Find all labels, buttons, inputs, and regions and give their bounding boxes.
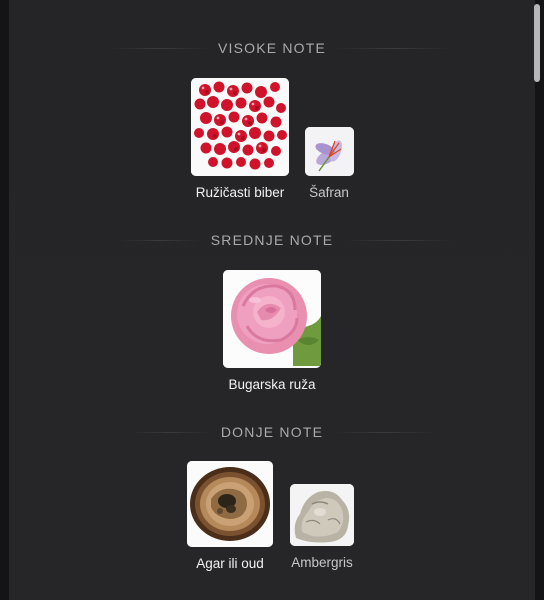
saffron-icon [304, 127, 354, 176]
agarwood-icon [187, 461, 273, 547]
note-label: Ružičasti biber [195, 185, 285, 200]
note-item[interactable]: Ambergris [282, 484, 362, 570]
note-item[interactable]: Ružičasti biber [190, 78, 290, 200]
note-label: Agar ili oud [196, 556, 264, 571]
top-notes-heading: VISOKE NOTE [217, 40, 327, 56]
note-item[interactable]: Agar ili oud [180, 461, 280, 571]
base-notes-heading: DONJE NOTE [220, 424, 324, 440]
note-label: Ambergris [291, 555, 353, 570]
page-edge-left [0, 0, 9, 600]
rose-icon [223, 270, 321, 368]
pink-pepper-icon [191, 78, 289, 176]
note-label: Šafran [309, 185, 349, 200]
page-edge-right [535, 0, 544, 600]
note-label: Bugarska ruža [228, 377, 316, 392]
note-item[interactable]: Bugarska ruža [222, 270, 322, 392]
ambergris-icon [290, 484, 354, 546]
note-item[interactable]: Šafran [296, 127, 362, 200]
middle-notes-heading: SREDNJE NOTE [210, 232, 334, 248]
